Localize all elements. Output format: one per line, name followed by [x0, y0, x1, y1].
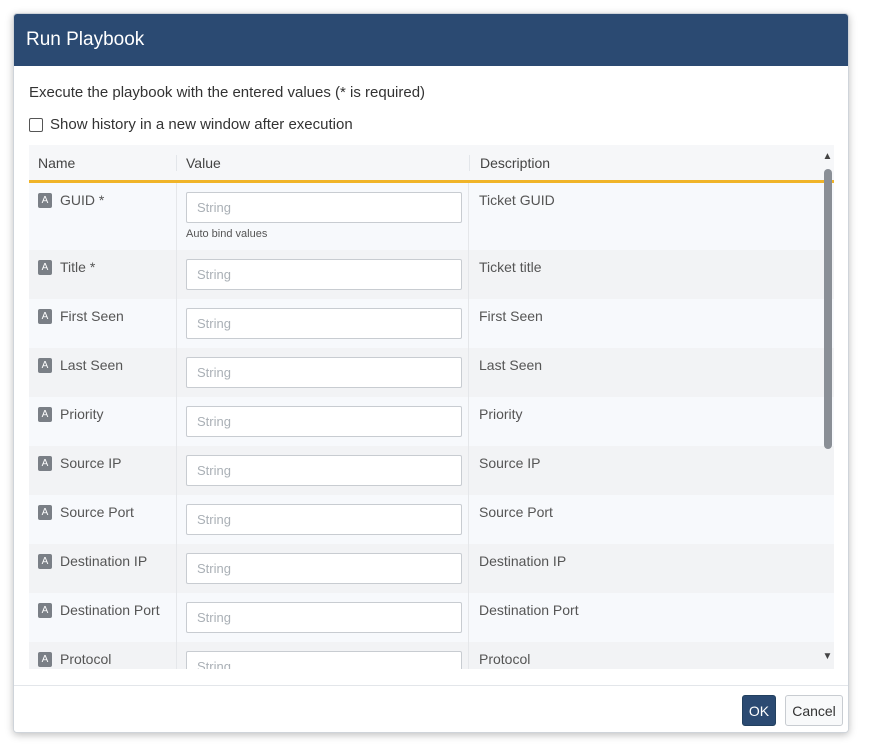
type-badge-icon: A — [38, 456, 52, 471]
type-badge-icon: A — [38, 652, 52, 667]
parameters-table: Name Value Description A GUID * Auto bind … — [29, 145, 834, 669]
type-badge-icon: A — [38, 309, 52, 324]
type-badge-icon: A — [38, 554, 52, 569]
table-row: A GUID * Auto bind values Ticket GUID — [29, 183, 834, 250]
auto-bind-hint: Auto bind values — [186, 228, 268, 240]
param-value-cell: Auto bind values — [176, 183, 469, 250]
triangle-up-icon[interactable]: ▲ — [821, 152, 834, 162]
param-name-cell: A Last Seen — [29, 348, 176, 397]
param-name-cell: A Priority — [29, 397, 176, 446]
param-name: Priority — [60, 406, 104, 422]
table-row: A Title * Ticket title — [29, 250, 834, 299]
type-badge-icon: A — [38, 407, 52, 422]
param-value-input[interactable] — [186, 357, 462, 388]
param-value-cell — [176, 250, 469, 299]
param-value-cell — [176, 299, 469, 348]
triangle-down-icon[interactable]: ▼ — [821, 652, 834, 662]
table-row: A First Seen First Seen — [29, 299, 834, 348]
param-name-cell: A Source IP — [29, 446, 176, 495]
param-name: GUID * — [60, 192, 105, 208]
dialog-title: Run Playbook — [26, 29, 145, 50]
history-checkbox[interactable] — [29, 117, 43, 132]
param-value-input[interactable] — [186, 602, 462, 633]
param-value-input[interactable] — [186, 455, 462, 486]
param-name-cell: A Source Port — [29, 495, 176, 544]
param-name: Source IP — [60, 455, 122, 471]
param-name: First Seen — [60, 308, 124, 324]
param-name-cell: A GUID * — [29, 183, 176, 250]
table-header: Name Value Description — [29, 145, 834, 183]
param-value-input[interactable] — [186, 192, 462, 223]
history-label: Show history in a new window after execu… — [50, 116, 353, 133]
table-row: A Destination IP Destination IP — [29, 544, 834, 593]
param-value-cell — [176, 397, 469, 446]
param-description: Ticket title — [479, 259, 542, 275]
param-value-input[interactable] — [186, 651, 462, 669]
intro-text: Execute the playbook with the entered va… — [29, 84, 426, 101]
header-description: Description — [469, 154, 834, 171]
param-value-cell — [176, 544, 469, 593]
param-value-input[interactable] — [186, 504, 462, 535]
param-name: Source Port — [60, 504, 134, 520]
param-name-cell: A Protocol — [29, 642, 176, 669]
table-scrollbar[interactable]: ▲ ▼ — [820, 145, 835, 669]
param-description: Last Seen — [479, 357, 543, 373]
param-name-cell: A Destination Port — [29, 593, 176, 642]
type-badge-icon: A — [38, 193, 52, 208]
table-row: A Source IP Source IP — [29, 446, 834, 495]
history-option[interactable]: Show history in a new window after execu… — [29, 116, 353, 133]
ok-button[interactable]: OK — [742, 695, 776, 726]
param-value-input[interactable] — [186, 406, 462, 437]
param-name-cell: A Destination IP — [29, 544, 176, 593]
param-name: Protocol — [60, 651, 112, 667]
param-description: Priority — [479, 406, 523, 422]
param-name-cell: A Title * — [29, 250, 176, 299]
param-description: Source Port — [479, 504, 553, 520]
param-value-cell — [176, 446, 469, 495]
param-name: Destination Port — [60, 602, 160, 618]
table-body: A GUID * Auto bind values Ticket GUID A Title… — [29, 183, 834, 669]
table-row: A Protocol Protocol — [29, 642, 834, 669]
param-name: Last Seen — [60, 357, 124, 373]
param-description: Destination Port — [479, 602, 579, 618]
param-name: Destination IP — [60, 553, 148, 569]
param-description: Destination IP — [479, 553, 567, 569]
type-badge-icon: A — [38, 358, 52, 373]
run-playbook-dialog: Run Playbook Execute the playbook with t… — [13, 13, 849, 733]
param-value-input[interactable] — [186, 259, 462, 290]
header-value: Value — [176, 154, 469, 171]
param-value-input[interactable] — [186, 308, 462, 339]
param-name-cell: A First Seen — [29, 299, 176, 348]
param-description: Protocol — [479, 651, 531, 667]
param-value-cell — [176, 348, 469, 397]
param-value-cell — [176, 495, 469, 544]
param-name: Title * — [60, 259, 96, 275]
table-row: A Priority Priority — [29, 397, 834, 446]
type-badge-icon: A — [38, 260, 52, 275]
dialog-footer: OK Cancel — [14, 685, 848, 732]
param-description: Source IP — [479, 455, 541, 471]
param-value-cell — [176, 642, 469, 669]
scrollbar-thumb[interactable] — [824, 169, 832, 449]
table-row: A Destination Port Destination Port — [29, 593, 834, 642]
param-description: Ticket GUID — [479, 192, 555, 208]
cancel-button[interactable]: Cancel — [785, 695, 843, 726]
dialog-header: Run Playbook — [14, 14, 848, 66]
param-value-input[interactable] — [186, 553, 462, 584]
table-row: A Source Port Source Port — [29, 495, 834, 544]
param-description: First Seen — [479, 308, 543, 324]
header-name: Name — [38, 154, 76, 171]
type-badge-icon: A — [38, 505, 52, 520]
param-value-cell — [176, 593, 469, 642]
type-badge-icon: A — [38, 603, 52, 618]
table-row: A Last Seen Last Seen — [29, 348, 834, 397]
